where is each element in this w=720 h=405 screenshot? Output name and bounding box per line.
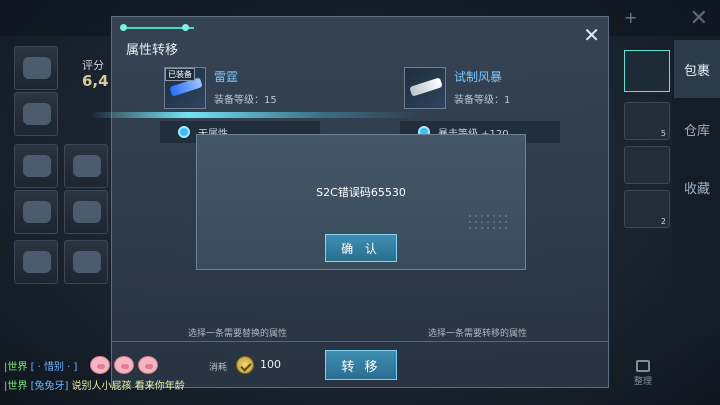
coin-icon	[236, 356, 254, 374]
score-label: 评分	[82, 59, 104, 72]
equipment-name: 雷霆	[214, 70, 239, 84]
item-count: 2	[660, 217, 666, 226]
source-equipment[interactable]: 已装备 雷霆 装备等级：15	[164, 67, 364, 115]
error-popup: S2C错误码65530 确 认	[196, 134, 526, 270]
decorative-dot	[120, 24, 127, 31]
equip-slot[interactable]	[14, 144, 58, 188]
equip-slot[interactable]	[14, 46, 58, 90]
divider	[112, 341, 608, 342]
transfer-button[interactable]: 转 移	[325, 350, 397, 380]
inventory-slot[interactable]	[624, 146, 670, 184]
equip-slot[interactable]	[64, 240, 108, 284]
sort-icon	[636, 360, 650, 372]
dialog-title: 属性转移	[126, 43, 179, 58]
glow-effect	[90, 112, 420, 118]
equipment-name: 试制风暴	[454, 70, 503, 84]
right-hint: 选择一条需要转移的属性	[428, 329, 528, 339]
add-currency-icon[interactable]: +	[624, 8, 637, 27]
inventory-slot[interactable]: 5	[624, 102, 670, 140]
sort-label: 整理	[633, 377, 652, 387]
chat-line: |世界 [ · 惜别 · ]	[4, 358, 185, 377]
close-inventory-icon[interactable]: ✕	[690, 6, 708, 31]
radio-icon	[178, 126, 190, 138]
chat-sender[interactable]: [ · 惜别 · ]	[31, 362, 78, 373]
equip-slot[interactable]	[14, 190, 58, 234]
tab-warehouse[interactable]: 仓库	[674, 100, 720, 158]
decorative-dot	[182, 24, 189, 31]
gem-slot[interactable]	[624, 50, 670, 92]
equipment-level: 装备等级：15	[214, 95, 277, 106]
equip-slot[interactable]	[64, 144, 108, 188]
cost-label: 消耗	[209, 363, 228, 373]
equip-slot[interactable]	[14, 240, 58, 284]
left-hint: 选择一条需要替换的属性	[188, 329, 288, 339]
confirm-button[interactable]: 确 认	[325, 234, 397, 262]
chat-channel: |世界	[4, 381, 28, 392]
tab-favorites[interactable]: 收藏	[674, 158, 720, 216]
tab-bag[interactable]: 包裹	[674, 40, 720, 98]
equip-slot[interactable]	[14, 92, 58, 136]
chat-line: |世界 [兔兔牙] 说别人小屁孩 看来你年龄	[4, 377, 185, 396]
chat-box[interactable]: |世界 [ · 惜别 · ] |世界 [兔兔牙] 说别人小屁孩 看来你年龄	[4, 358, 185, 396]
equip-slot[interactable]	[64, 190, 108, 234]
sort-button[interactable]: 整理	[628, 360, 658, 387]
inventory-tabs: 包裹 仓库 收藏	[672, 36, 720, 336]
equipment-level: 装备等级：1	[454, 95, 511, 106]
item-count: 5	[660, 129, 666, 138]
equipped-badge: 已装备	[165, 68, 195, 81]
close-icon[interactable]: ✕	[583, 23, 600, 47]
weapon-thumbnail: 已装备	[164, 67, 206, 109]
chat-channel: |世界	[4, 362, 28, 373]
chat-sender[interactable]: [兔兔牙]	[31, 381, 69, 392]
cost-value: 100	[260, 358, 281, 371]
error-message: S2C错误码65530	[316, 186, 406, 199]
weapon-thumbnail	[404, 67, 446, 109]
score-value: 6,4	[82, 72, 109, 90]
inventory-slot[interactable]: 2	[624, 190, 670, 228]
chat-message: 说别人小屁孩 看来你年龄	[71, 381, 185, 392]
decorative-dots	[467, 213, 507, 233]
target-equipment[interactable]: 试制风暴 装备等级：1	[404, 67, 604, 115]
